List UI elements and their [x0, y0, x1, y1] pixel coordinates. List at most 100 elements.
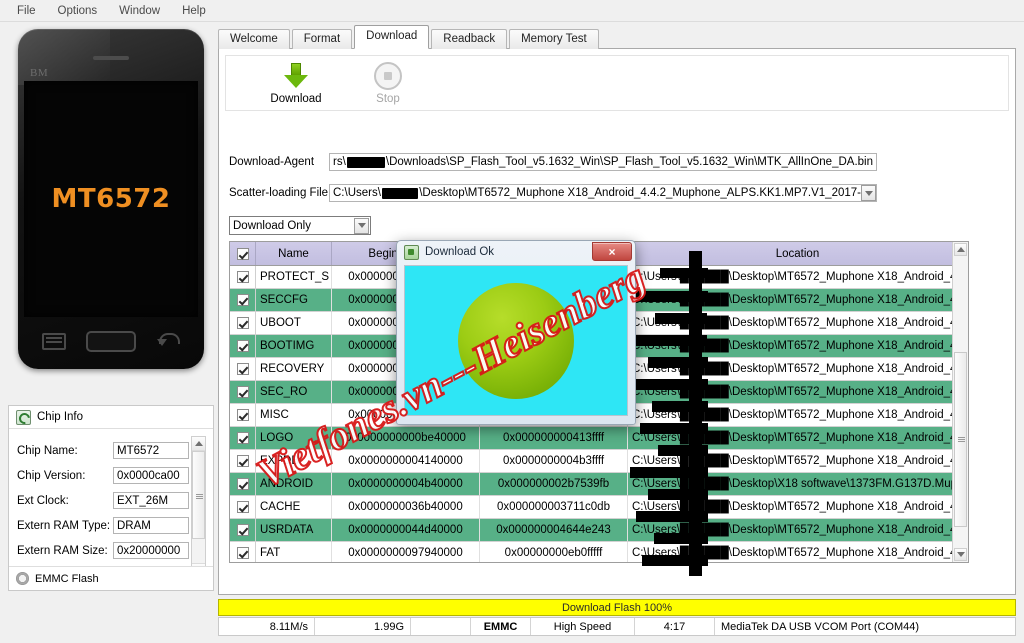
cell-name: FAT	[256, 542, 332, 562]
row-checkbox[interactable]	[236, 478, 249, 490]
table-row[interactable]: FAT 0x0000000097940000 0x00000000eb0fffff C…	[230, 542, 968, 562]
extern-ram-size-value[interactable]: 0x20000000	[113, 542, 189, 559]
extern-ram-type-value[interactable]: DRAM	[113, 517, 189, 534]
redaction-scribble	[633, 335, 707, 346]
scroll-down-icon[interactable]	[954, 548, 967, 561]
emmc-flash-title: EMMC Flash	[35, 572, 99, 585]
row-checkbox-cell[interactable]	[230, 289, 256, 311]
action-toolbar: Download Stop	[225, 55, 1009, 111]
tab-download[interactable]: Download	[354, 25, 430, 49]
phone-preview: BM MT6572	[8, 29, 214, 379]
chip-info-header: Chip Info	[9, 406, 213, 429]
dialog-title: Download Ok	[425, 246, 495, 258]
download-button[interactable]: Download	[254, 62, 338, 105]
redaction-scribble	[655, 313, 707, 324]
row-checkbox[interactable]	[236, 271, 249, 283]
row-checkbox-cell[interactable]	[230, 450, 256, 472]
table-vertical-scrollbar[interactable]	[952, 242, 968, 562]
chip-version-value[interactable]: 0x0000ca00	[113, 467, 189, 484]
scatter-loading-input[interactable]: C:\Users\ \Desktop\MT6572_Muphone X18_An…	[329, 184, 877, 202]
row-checkbox-cell[interactable]	[230, 335, 256, 357]
phone-brand-label: BM	[30, 67, 49, 79]
table-row[interactable]: CACHE 0x0000000036b40000 0x000000003711c0d…	[230, 496, 968, 519]
row-checkbox[interactable]	[236, 524, 249, 536]
redaction-scribble	[642, 555, 708, 566]
chip-scrollbar-thumb[interactable]	[192, 451, 205, 539]
dialog-body	[404, 265, 628, 416]
redaction-scribble	[648, 489, 708, 500]
row-checkbox[interactable]	[236, 363, 249, 375]
menu-item-options[interactable]: Options	[47, 2, 109, 20]
row-checkbox-cell[interactable]	[230, 358, 256, 380]
row-checkbox[interactable]	[236, 547, 249, 559]
table-row[interactable]: LOGO 0x0000000000be40000 0x000000000413fff…	[230, 427, 968, 450]
row-checkbox[interactable]	[236, 386, 249, 398]
chip-name-value[interactable]: MT6572	[113, 442, 189, 459]
tab-memory-test[interactable]: Memory Test	[509, 29, 599, 49]
download-ok-dialog: Download Ok ×	[396, 240, 636, 425]
select-all-checkbox[interactable]	[236, 247, 249, 260]
menu-item-window[interactable]: Window	[108, 2, 171, 20]
chip-field-row: Chip Name: MT6572	[17, 438, 213, 463]
row-checkbox-cell[interactable]	[230, 381, 256, 403]
row-checkbox-cell[interactable]	[230, 542, 256, 562]
table-row[interactable]: USRDATA 0x0000000044d40000 0x000000004644e…	[230, 519, 968, 542]
column-header-name[interactable]: Name	[256, 242, 332, 265]
chip-field-row: Extern RAM Type: DRAM	[17, 513, 213, 538]
select-all-header[interactable]	[230, 242, 256, 265]
row-checkbox-cell[interactable]	[230, 519, 256, 541]
emmc-flash-header[interactable]: EMMC Flash	[9, 566, 213, 590]
scatter-loading-row: Scatter-loading File C:\Users\ \Desktop\…	[229, 183, 1009, 203]
chip-info-scrollbar[interactable]	[191, 436, 206, 578]
row-checkbox-cell[interactable]	[230, 312, 256, 334]
row-checkbox-cell[interactable]	[230, 473, 256, 495]
close-icon[interactable]: ×	[592, 242, 632, 261]
dialog-title-bar[interactable]: Download Ok ×	[397, 241, 635, 263]
cell-name: ANDROID	[256, 473, 332, 495]
ext-clock-label: Ext Clock:	[17, 494, 69, 507]
cell-name: RECOVERY	[256, 358, 332, 380]
stop-button[interactable]: Stop	[346, 61, 430, 105]
row-checkbox[interactable]	[236, 455, 249, 467]
row-checkbox[interactable]	[236, 317, 249, 329]
row-checkbox-cell[interactable]	[230, 496, 256, 518]
menu-item-file[interactable]: File	[6, 2, 47, 20]
row-checkbox-cell[interactable]	[230, 427, 256, 449]
tab-format[interactable]: Format	[291, 29, 353, 49]
status-spacer	[411, 618, 471, 635]
redaction-scribble	[630, 291, 708, 302]
row-checkbox-cell[interactable]	[230, 404, 256, 426]
row-checkbox[interactable]	[236, 432, 249, 444]
scroll-up-icon[interactable]	[192, 437, 205, 451]
tab-readback[interactable]: Readback	[431, 29, 508, 49]
ext-clock-value[interactable]: EXT_26M	[113, 492, 189, 509]
tab-welcome[interactable]: Welcome	[218, 29, 290, 49]
phone-nav-bar	[18, 323, 204, 359]
table-row[interactable]: ANDROID 0x0000000004b40000 0x000000002b753…	[230, 473, 968, 496]
status-speed-mode: High Speed	[531, 618, 635, 635]
menu-bar: File Options Window Help	[0, 0, 1024, 22]
row-checkbox[interactable]	[236, 294, 249, 306]
row-checkbox-cell[interactable]	[230, 266, 256, 288]
table-row[interactable]: EXPDB 0x0000000004140000 0x0000000004b3fff…	[230, 450, 968, 473]
cell-name: EXPDB	[256, 450, 332, 472]
cell-name: SECCFG	[256, 289, 332, 311]
chip-info-fields: Chip Name: MT6572 Chip Version: 0x0000ca…	[9, 429, 213, 579]
redaction-scribble	[648, 357, 708, 368]
cell-name: LOGO	[256, 427, 332, 449]
chevron-down-icon[interactable]	[861, 185, 876, 201]
cell-begin-address: 0x0000000044d40000	[332, 519, 480, 541]
scroll-up-icon[interactable]	[954, 243, 967, 256]
download-agent-label: Download-Agent	[229, 156, 315, 168]
row-checkbox[interactable]	[236, 501, 249, 513]
download-agent-input[interactable]: rs\ \Downloads\SP_Flash_Tool_v5.1632_Win…	[329, 153, 877, 171]
download-mode-select[interactable]: Download Only	[229, 216, 371, 235]
row-checkbox[interactable]	[236, 340, 249, 352]
row-checkbox[interactable]	[236, 409, 249, 421]
chevron-down-icon[interactable]	[354, 217, 369, 234]
table-scrollbar-thumb[interactable]	[954, 352, 967, 527]
home-icon	[86, 330, 136, 352]
download-arrow-icon	[254, 62, 338, 90]
menu-item-help[interactable]: Help	[171, 2, 217, 20]
column-header-location[interactable]: Location	[628, 242, 968, 265]
